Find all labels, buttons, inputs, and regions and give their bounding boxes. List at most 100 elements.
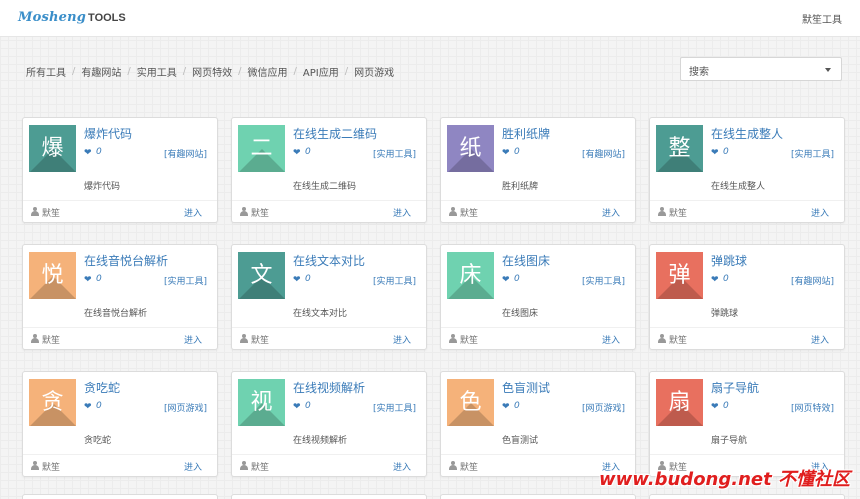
tool-category[interactable]: [网页游戏] xyxy=(164,401,207,414)
heart-icon[interactable]: ❤ xyxy=(711,148,719,158)
tool-title[interactable]: 扇子导航 xyxy=(711,379,759,396)
tool-icon-tile[interactable]: 视 xyxy=(238,379,285,426)
tool-icon-glyph: 扇 xyxy=(668,390,691,415)
tool-author: 默笙 xyxy=(460,209,479,219)
enter-link[interactable]: 进入 xyxy=(184,333,202,346)
tool-icon-tile[interactable]: 爆 xyxy=(29,125,76,172)
tool-stats: ❤ 0 [网页特效] xyxy=(711,401,834,415)
tool-title[interactable]: 在线音悦台解析 xyxy=(84,252,168,269)
heart-icon[interactable]: ❤ xyxy=(293,275,301,285)
tool-icon-glyph: 视 xyxy=(250,390,273,415)
tool-card[interactable]: 二在线生成二维码 ❤ 0 [实用工具] 在线生成二维码 默笙 进入 xyxy=(231,117,427,223)
enter-link[interactable]: 进入 xyxy=(602,206,620,219)
tool-icon-tile[interactable]: 色 xyxy=(447,379,494,426)
tool-category[interactable]: [实用工具] xyxy=(373,147,416,160)
enter-link[interactable]: 进入 xyxy=(184,206,202,219)
enter-link[interactable]: 进入 xyxy=(602,333,620,346)
tool-card[interactable]: 扇扇子导航 ❤ 0 [网页特效] 扇子导航 默笙 进入 xyxy=(649,371,845,477)
tool-category[interactable]: [实用工具] xyxy=(373,274,416,287)
tool-author: 默笙 xyxy=(42,336,61,346)
tool-icon-tile[interactable]: 文 xyxy=(238,252,285,299)
enter-link[interactable]: 进入 xyxy=(184,460,202,473)
crumb-web-games[interactable]: 网页游戏 xyxy=(354,64,394,79)
tool-icon-glyph: 色 xyxy=(459,390,482,415)
tool-title[interactable]: 爆炸代码 xyxy=(84,125,132,142)
crumb-web-effects[interactable]: 网页特效 xyxy=(192,64,232,79)
tool-category[interactable]: [网页特效] xyxy=(791,401,834,414)
tool-title[interactable]: 在线生成整人 xyxy=(711,125,783,142)
like-count: 0 xyxy=(723,401,729,411)
tool-card[interactable]: 床在线图床 ❤ 0 [实用工具] 在线图床 默笙 进入 xyxy=(440,244,636,350)
card-footer: 默笙 进入 xyxy=(232,327,426,349)
crumb-separator: / xyxy=(238,66,242,77)
tool-category[interactable]: [有趣网站] xyxy=(791,274,834,287)
heart-icon[interactable]: ❤ xyxy=(293,402,301,412)
search-select[interactable]: 搜索 xyxy=(680,57,842,81)
heart-icon[interactable]: ❤ xyxy=(502,148,510,158)
tool-card[interactable]: 贪贪吃蛇 ❤ 0 [网页游戏] 贪吃蛇 默笙 进入 xyxy=(22,371,218,477)
tool-icon-tile[interactable]: 贪 xyxy=(29,379,76,426)
heart-icon[interactable]: ❤ xyxy=(84,148,92,158)
card-partial xyxy=(440,494,636,499)
tool-title[interactable]: 在线生成二维码 xyxy=(293,125,377,142)
tool-category[interactable]: [有趣网站] xyxy=(582,147,625,160)
tool-description: 贪吃蛇 xyxy=(84,436,112,446)
heart-icon[interactable]: ❤ xyxy=(502,275,510,285)
crumb-all-tools[interactable]: 所有工具 xyxy=(26,64,66,79)
tool-title[interactable]: 色盲测试 xyxy=(502,379,550,396)
card-footer: 默笙 进入 xyxy=(441,327,635,349)
tool-card[interactable]: 色色盲测试 ❤ 0 [网页游戏] 色盲测试 默笙 进入 xyxy=(440,371,636,477)
tool-category[interactable]: [实用工具] xyxy=(582,274,625,287)
card-footer: 默笙 进入 xyxy=(650,327,844,349)
tool-icon-glyph: 二 xyxy=(250,136,273,161)
tool-category[interactable]: [实用工具] xyxy=(791,147,834,160)
tool-title[interactable]: 贪吃蛇 xyxy=(84,379,120,396)
enter-link[interactable]: 进入 xyxy=(393,206,411,219)
tool-icon-tile[interactable]: 悦 xyxy=(29,252,76,299)
heart-icon[interactable]: ❤ xyxy=(84,402,92,412)
crumb-wechat-apps[interactable]: 微信应用 xyxy=(248,64,288,79)
tool-icon-tile[interactable]: 纸 xyxy=(447,125,494,172)
card-partial xyxy=(231,494,427,499)
enter-link[interactable]: 进入 xyxy=(393,460,411,473)
top-bar: Mosheng TOOLS 默笙工具 xyxy=(0,0,860,37)
enter-link[interactable]: 进入 xyxy=(811,206,829,219)
crumb-practical-tools[interactable]: 实用工具 xyxy=(137,64,177,79)
user-link[interactable]: 默笙工具 xyxy=(802,11,842,26)
tool-category[interactable]: [网页游戏] xyxy=(582,401,625,414)
tool-icon-tile[interactable]: 二 xyxy=(238,125,285,172)
heart-icon[interactable]: ❤ xyxy=(711,275,719,285)
tool-title[interactable]: 弹跳球 xyxy=(711,252,747,269)
tool-card[interactable]: 悦在线音悦台解析 ❤ 0 [实用工具] 在线音悦台解析 默笙 进入 xyxy=(22,244,218,350)
tool-card[interactable]: 爆爆炸代码 ❤ 0 [有趣网站] 爆炸代码 默笙 进入 xyxy=(22,117,218,223)
tool-category[interactable]: [实用工具] xyxy=(164,274,207,287)
tool-card[interactable]: 整在线生成整人 ❤ 0 [实用工具] 在线生成整人 默笙 进入 xyxy=(649,117,845,223)
tool-icon-tile[interactable]: 弹 xyxy=(656,252,703,299)
tool-title[interactable]: 在线图床 xyxy=(502,252,550,269)
tool-title[interactable]: 在线视频解析 xyxy=(293,379,365,396)
tool-icon-tile[interactable]: 床 xyxy=(447,252,494,299)
logo[interactable]: Mosheng TOOLS xyxy=(18,10,126,28)
tool-card[interactable]: 弹弹跳球 ❤ 0 [有趣网站] 弹跳球 默笙 进入 xyxy=(649,244,845,350)
enter-link[interactable]: 进入 xyxy=(393,333,411,346)
tool-category[interactable]: [有趣网站] xyxy=(164,147,207,160)
tool-title[interactable]: 胜利纸牌 xyxy=(502,125,550,142)
heart-icon[interactable]: ❤ xyxy=(711,402,719,412)
tool-stats: ❤ 0 [实用工具] xyxy=(711,147,834,161)
like-count: 0 xyxy=(723,274,729,284)
heart-icon[interactable]: ❤ xyxy=(84,275,92,285)
tool-icon-tile[interactable]: 整 xyxy=(656,125,703,172)
crumb-fun-sites[interactable]: 有趣网站 xyxy=(81,64,121,79)
heart-icon[interactable]: ❤ xyxy=(502,402,510,412)
tool-category[interactable]: [实用工具] xyxy=(373,401,416,414)
tool-title[interactable]: 在线文本对比 xyxy=(293,252,365,269)
enter-link[interactable]: 进入 xyxy=(811,333,829,346)
tool-card[interactable]: 文在线文本对比 ❤ 0 [实用工具] 在线文本对比 默笙 进入 xyxy=(231,244,427,350)
heart-icon[interactable]: ❤ xyxy=(293,148,301,158)
tool-icon-tile[interactable]: 扇 xyxy=(656,379,703,426)
tool-card[interactable]: 纸胜利纸牌 ❤ 0 [有趣网站] 胜利纸牌 默笙 进入 xyxy=(440,117,636,223)
crumb-api-apps[interactable]: API应用 xyxy=(303,64,339,79)
tool-card[interactable]: 视在线视频解析 ❤ 0 [实用工具] 在线视频解析 默笙 进入 xyxy=(231,371,427,477)
tool-author: 默笙 xyxy=(669,209,688,219)
like-count: 0 xyxy=(96,274,102,284)
